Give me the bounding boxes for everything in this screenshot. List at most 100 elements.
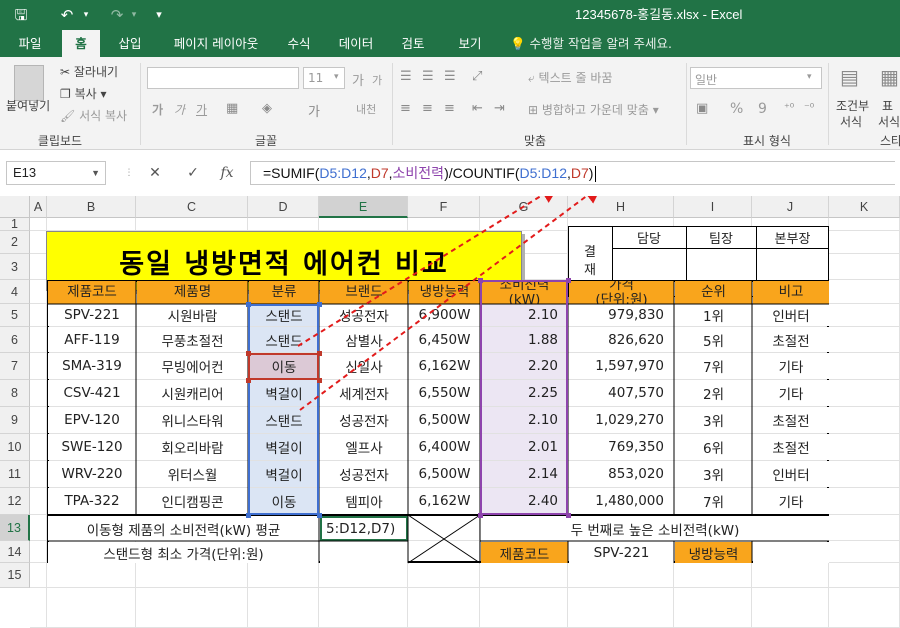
decrease-indent-icon[interactable]: ⇤ bbox=[472, 101, 483, 116]
undo-dropdown-icon[interactable]: ▾ bbox=[80, 4, 92, 26]
font-group-label: 글꼴 bbox=[254, 134, 278, 148]
range-highlight-d7 bbox=[248, 353, 319, 380]
range-handle bbox=[478, 278, 483, 283]
separator bbox=[828, 63, 829, 145]
ribbon-tabs: 파일 홈 삽입 페이지 레이아웃 수식 데이터 검토 보기 💡 수행할 작업을 … bbox=[0, 30, 900, 57]
wrap-text-button[interactable]: ⤶ 텍스트 줄 바꿈 bbox=[528, 69, 612, 86]
worksheet-grid[interactable]: ABCDEFGHIJK 123456789101112131415 동일 냉방면… bbox=[0, 196, 900, 628]
range-highlight-d5-d12 bbox=[248, 304, 319, 515]
formula-token: D5:D12 bbox=[319, 165, 367, 181]
formula-token: )/COUNTIF( bbox=[444, 165, 520, 181]
insert-function-button[interactable]: fx bbox=[214, 161, 240, 185]
separator bbox=[686, 63, 687, 145]
formula-token: D7 bbox=[370, 165, 389, 181]
wrap-icon: ⤶ bbox=[528, 71, 539, 85]
percent-button[interactable]: % bbox=[730, 101, 743, 117]
underline-button[interactable]: 가 bbox=[196, 101, 207, 118]
range-handle bbox=[566, 513, 571, 518]
align-right-icon[interactable]: ≡ bbox=[444, 101, 455, 116]
conditional-format-icon[interactable]: ▤ bbox=[840, 65, 859, 89]
range-handle bbox=[317, 351, 322, 356]
range-handle bbox=[246, 351, 251, 356]
font-size-dropdown[interactable]: 11 ▾ bbox=[303, 67, 345, 89]
ribbon-home: 붙여넣기 ✂ 잘라내기 ❐ 복사 ▾ 🖌 서식 복사 클립보드 11 ▾ 가 가 … bbox=[0, 57, 900, 150]
align-top-icon[interactable]: ☰ bbox=[400, 69, 412, 84]
clipboard-group-label: 클립보드 bbox=[37, 134, 83, 148]
conditional-format-button[interactable]: 조건부 bbox=[836, 97, 869, 114]
shrink-font-button[interactable]: 가 bbox=[372, 72, 382, 88]
cancel-entry-button[interactable]: ✕ bbox=[142, 161, 168, 185]
phonetic-button[interactable]: 내천 bbox=[356, 101, 376, 117]
scissors-icon: ✂ bbox=[60, 65, 74, 79]
formula-token: ) bbox=[588, 165, 594, 181]
title-bar: 🖫 ↶ ▾ ↷ ▾ ▾ 12345678-홍길동.xlsx - Excel bbox=[0, 0, 900, 30]
tab-home[interactable]: 홈 bbox=[62, 30, 100, 57]
formula-bar: E13 ▼ ⋮ ✕ ✓ fx =SUMIF(D5:D12,D7,소비전력)/COU… bbox=[0, 150, 900, 196]
increase-decimal-icon[interactable]: ⁺⁰ bbox=[784, 101, 794, 114]
tab-file[interactable]: 파일 bbox=[8, 30, 52, 57]
font-color-icon[interactable]: 가 bbox=[308, 101, 320, 120]
formula-token: =SUMIF( bbox=[263, 165, 320, 181]
align-middle-icon[interactable]: ☰ bbox=[422, 69, 434, 84]
increase-indent-icon[interactable]: ⇥ bbox=[494, 101, 505, 116]
range-handle bbox=[246, 378, 251, 383]
reference-arrow-d7 bbox=[299, 196, 604, 411]
tab-insert[interactable]: 삽입 bbox=[108, 30, 152, 57]
formula-token: D5:D12 bbox=[519, 165, 567, 181]
merge-center-button[interactable]: ⊞ 병합하고 가운데 맞춤 ▾ bbox=[528, 101, 659, 118]
lightbulb-icon: 💡 bbox=[510, 36, 530, 51]
save-icon[interactable]: 🖫 bbox=[10, 4, 32, 26]
tab-page-layout[interactable]: 페이지 레이아웃 bbox=[160, 30, 272, 57]
copy-icon: ❐ bbox=[60, 87, 75, 101]
font-name-dropdown[interactable] bbox=[147, 67, 299, 89]
paste-icon[interactable] bbox=[14, 65, 44, 101]
border-icon[interactable]: ▦ bbox=[226, 101, 238, 116]
text-caret bbox=[595, 166, 597, 183]
separator bbox=[392, 63, 393, 145]
tab-review[interactable]: 검토 bbox=[394, 30, 432, 57]
tell-me-search[interactable]: 💡 수행할 작업을 알려 주세요. bbox=[510, 30, 672, 57]
tab-formulas[interactable]: 수식 bbox=[280, 30, 318, 57]
bold-button[interactable]: 가 bbox=[152, 101, 163, 118]
undo-icon[interactable]: ↶ bbox=[56, 4, 78, 26]
paste-button[interactable]: 붙여넣기 bbox=[6, 97, 50, 114]
tab-data[interactable]: 데이터 bbox=[330, 30, 382, 57]
styles-group-label: 스타 bbox=[880, 134, 900, 148]
orientation-icon[interactable]: ⤢ bbox=[472, 69, 482, 84]
format-painter-button[interactable]: 🖌 서식 복사 bbox=[60, 107, 127, 124]
name-box-dropdown-icon[interactable]: ▼ bbox=[91, 162, 100, 184]
alignment-group-label: 맞춤 bbox=[523, 134, 547, 148]
number-group-label: 표시 형식 bbox=[743, 134, 791, 148]
redo-dropdown-icon[interactable]: ▾ bbox=[128, 4, 140, 26]
reference-arrow-d5-d12 bbox=[297, 196, 561, 347]
align-left-icon[interactable]: ≡ bbox=[400, 101, 411, 116]
accounting-icon[interactable]: ▣ bbox=[696, 101, 708, 116]
separator bbox=[140, 63, 141, 145]
align-bottom-icon[interactable]: ☰ bbox=[444, 69, 456, 84]
range-handle bbox=[317, 513, 322, 518]
enter-button[interactable]: ✓ bbox=[180, 161, 206, 185]
more-options-icon: ⋮ bbox=[124, 168, 134, 178]
fill-color-icon[interactable]: ◈ bbox=[262, 101, 272, 116]
window-title: 12345678-홍길동.xlsx - Excel bbox=[575, 7, 743, 22]
cut-button[interactable]: ✂ 잘라내기 bbox=[60, 63, 118, 80]
format-table-button[interactable]: 표 bbox=[882, 97, 893, 114]
decrease-decimal-icon[interactable]: ⁻⁰ bbox=[804, 101, 814, 114]
format-table-icon[interactable]: ▦ bbox=[880, 65, 899, 89]
tab-view[interactable]: 보기 bbox=[450, 30, 490, 57]
grow-font-button[interactable]: 가 bbox=[352, 70, 364, 89]
range-handle bbox=[478, 513, 483, 518]
number-format-dropdown[interactable]: 일반 ▾ bbox=[690, 67, 822, 89]
name-box[interactable]: E13 ▼ bbox=[6, 161, 106, 185]
formula-input[interactable]: =SUMIF(D5:D12,D7,소비전력)/COUNTIF(D5:D12,D7… bbox=[250, 161, 895, 185]
range-handle bbox=[566, 278, 571, 283]
align-center-icon[interactable]: ≡ bbox=[422, 101, 433, 116]
merge-icon: ⊞ bbox=[528, 103, 542, 117]
reference-overlay bbox=[47, 196, 829, 564]
brush-icon: 🖌 bbox=[60, 109, 80, 123]
customize-toolbar-icon[interactable]: ▾ bbox=[150, 4, 168, 26]
italic-button[interactable]: 가 bbox=[174, 101, 185, 118]
comma-button[interactable]: 9 bbox=[758, 101, 767, 117]
copy-button[interactable]: ❐ 복사 ▾ bbox=[60, 85, 107, 102]
redo-icon[interactable]: ↷ bbox=[106, 4, 128, 26]
